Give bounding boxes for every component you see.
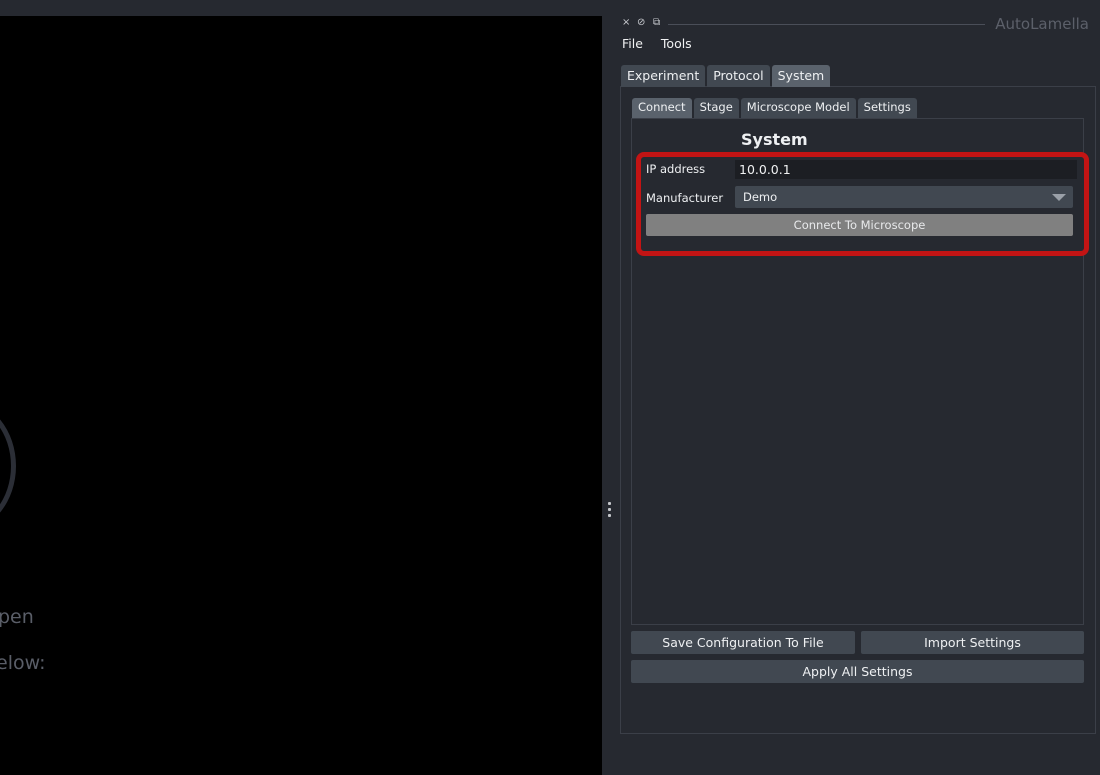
- save-configuration-button[interactable]: Save Configuration To File: [631, 631, 855, 654]
- canvas-hint-line-1: pen: [0, 606, 34, 628]
- chevron-down-icon: [1052, 194, 1066, 201]
- manufacturer-select[interactable]: Demo: [735, 186, 1073, 208]
- canvas-hint-line-2: elow:: [0, 652, 46, 674]
- tab-system[interactable]: System: [771, 65, 831, 87]
- import-settings-button[interactable]: Import Settings: [861, 631, 1084, 654]
- tab-experiment[interactable]: Experiment: [621, 65, 706, 87]
- napari-logo-fragment: [0, 401, 16, 531]
- menu-tools[interactable]: Tools: [661, 36, 692, 51]
- ip-address-input[interactable]: [735, 160, 1077, 179]
- tab-microscope-model[interactable]: Microscope Model: [740, 98, 856, 118]
- manufacturer-value: Demo: [743, 190, 778, 204]
- dock-title-bar: × ⊘ ⧉ AutoLamella: [620, 14, 1095, 34]
- title-divider: [668, 24, 985, 25]
- maximize-icon[interactable]: ⧉: [653, 17, 660, 28]
- connect-to-microscope-button[interactable]: Connect To Microscope: [646, 214, 1073, 236]
- menu-bar: File Tools: [622, 36, 706, 51]
- section-title: System: [741, 130, 808, 149]
- sub-tabs: Connect Stage Microscope Model Settings: [632, 98, 917, 118]
- dock-splitter-handle[interactable]: [602, 16, 620, 775]
- close-icon[interactable]: ×: [622, 17, 630, 28]
- dock-title: AutoLamella: [995, 15, 1089, 33]
- float-icon[interactable]: ⊘: [637, 17, 645, 28]
- apply-all-settings-button[interactable]: Apply All Settings: [631, 660, 1084, 683]
- tab-settings[interactable]: Settings: [857, 98, 917, 118]
- viewer-canvas[interactable]: pen elow:: [0, 16, 602, 775]
- tab-stage[interactable]: Stage: [693, 98, 739, 118]
- drag-handle-icon: [608, 502, 612, 520]
- manufacturer-label: Manufacturer: [646, 191, 724, 205]
- ip-address-label: IP address: [646, 162, 706, 176]
- tab-connect[interactable]: Connect: [632, 98, 692, 118]
- menu-file[interactable]: File: [622, 36, 643, 51]
- tab-protocol[interactable]: Protocol: [707, 65, 770, 87]
- main-tabs: Experiment Protocol System: [621, 65, 831, 87]
